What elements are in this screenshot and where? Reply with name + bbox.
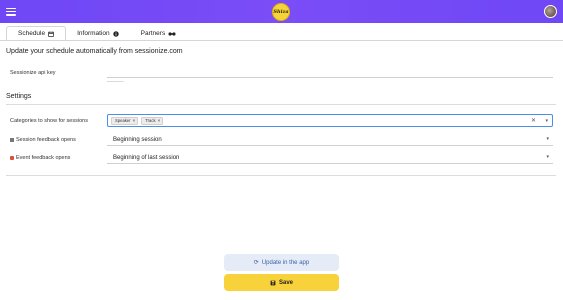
form-divider [6,175,556,176]
session-feedback-label: Session feedback opens [10,137,76,143]
top-app-bar: Shiza [0,0,563,23]
chip-track: Track × [141,116,164,125]
settings-title: Settings [6,93,32,100]
calendar-icon [48,31,54,37]
user-avatar[interactable] [544,5,557,18]
tab-schedule-label: Schedule [18,30,46,37]
sessionize-intro: Update your schedule automatically from … [6,48,183,55]
tab-divider [0,40,563,41]
update-in-app-button[interactable]: ⟳ Update in the app [224,254,339,271]
app-logo: Shiza [272,3,290,21]
session-feedback-label-text: Session feedback opens [16,137,76,143]
update-in-app-label: Update in the app [261,259,310,266]
chevron-down-icon: ▾ [546,136,549,142]
flag-icon [10,156,14,160]
chevron-down-icon[interactable]: ▾ [545,118,548,124]
event-feedback-select[interactable]: Beginning of last session ▾ [107,152,553,164]
refresh-icon: ⟳ [253,260,259,266]
event-feedback-label-text: Event feedback opens [16,155,71,161]
chip-speaker-label: Speaker [115,118,131,123]
api-key-label: Sessionize api key [10,70,56,76]
settings-divider [6,104,556,105]
tab-information[interactable]: Information [66,26,130,41]
chevron-down-icon: ▾ [546,154,549,160]
save-button[interactable]: Save [224,274,339,291]
clear-icon[interactable]: ✕ [531,117,536,124]
square-icon [10,138,14,142]
api-key-label-text: Sessionize api key [10,70,56,76]
tab-information-label: Information [77,30,110,37]
event-feedback-value: Beginning of last session [113,154,180,161]
categories-multiselect[interactable]: Speaker × Track × ✕ ▾ [107,114,553,127]
event-feedback-label: Event feedback opens [10,155,70,161]
api-key-field[interactable] [107,68,553,85]
chip-remove-icon[interactable]: × [158,118,161,123]
save-label: Save [278,279,293,286]
chip-remove-icon[interactable]: × [133,118,136,123]
info-circle-icon [112,30,119,37]
tab-partners[interactable]: Partners [130,26,188,41]
hamburger-icon[interactable] [6,7,16,16]
session-feedback-select[interactable]: Beginning session ▾ [107,134,553,146]
chip-speaker: Speaker × [111,116,139,125]
chip-track-label: Track [145,118,156,123]
tab-partners-label: Partners [140,30,166,37]
categories-label-text: Categories to show for sessions [10,118,88,124]
tab-bar: Schedule Information Partners [6,26,187,41]
session-feedback-value: Beginning session [113,136,162,143]
handshake-icon [168,31,176,36]
categories-label: Categories to show for sessions [10,118,88,124]
save-icon [270,280,276,285]
api-key-input[interactable] [107,75,553,85]
tab-schedule[interactable]: Schedule [6,26,67,41]
